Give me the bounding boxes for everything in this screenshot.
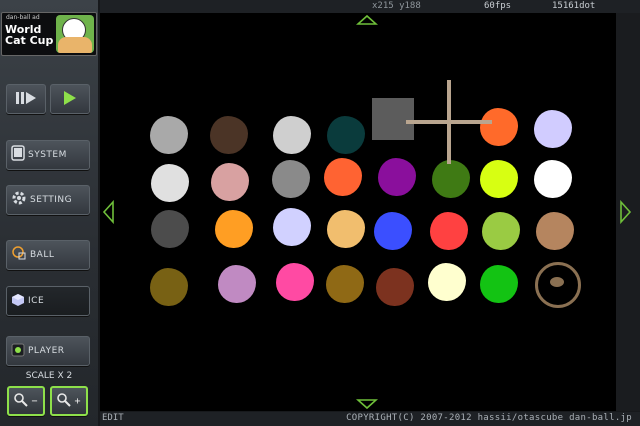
system-label: SYSTEM: [28, 150, 67, 160]
setting-button[interactable]: SETTING: [6, 185, 90, 215]
play-button[interactable]: [50, 84, 90, 114]
ball-button[interactable]: BALL: [6, 240, 90, 270]
ad-title-line2: Cat Cup: [5, 34, 54, 47]
scroll-left-arrow-icon[interactable]: [101, 200, 115, 224]
copyright-text: COPYRIGHT(C) 2007-2012 hassii/otascube d…: [346, 413, 632, 423]
magnifier-icon: [57, 392, 72, 411]
zoom-out-sign: −: [31, 395, 38, 407]
ad-title: World Cat Cup: [5, 24, 55, 46]
dot-counter: 15161dot: [552, 1, 596, 11]
ice-button[interactable]: ICE: [6, 286, 90, 316]
block-square[interactable]: [372, 98, 414, 140]
tablet-icon: [11, 145, 25, 165]
ball-icon: [11, 245, 27, 265]
ring-blob[interactable]: [535, 262, 581, 308]
ball-label: BALL: [30, 250, 55, 260]
scroll-right-arrow-icon[interactable]: [619, 200, 633, 224]
ring-core: [550, 277, 564, 287]
mode-label: EDIT: [102, 413, 124, 423]
setting-label: SETTING: [30, 195, 73, 205]
zoom-out-button[interactable]: −: [7, 386, 45, 416]
player-button[interactable]: PLAYER: [6, 336, 90, 366]
left-sidebar: dan-ball ad World Cat Cup SYSTEM SETTING…: [0, 0, 98, 426]
scale-label: SCALE X 2: [25, 371, 73, 381]
gear-icon: [11, 190, 27, 210]
magnifier-icon: [14, 392, 29, 411]
zoom-in-sign: +: [74, 395, 81, 407]
zoom-in-button[interactable]: +: [50, 386, 88, 416]
record-icon: [11, 342, 25, 361]
cat-image: [58, 37, 92, 53]
cube-icon: [11, 292, 25, 311]
step-button[interactable]: [6, 84, 46, 114]
fps-counter: 60fps: [484, 1, 512, 11]
cursor-crosshair-horizontal: [406, 120, 492, 124]
cursor-coordinates: x215 y188: [372, 1, 421, 11]
scroll-down-arrow-icon[interactable]: [356, 398, 378, 410]
ad-image: [56, 15, 94, 53]
ice-label: ICE: [28, 296, 45, 306]
system-button[interactable]: SYSTEM: [6, 140, 90, 170]
ad-banner[interactable]: dan-ball ad World Cat Cup: [1, 12, 97, 56]
step-play-icon: [15, 90, 37, 109]
scroll-up-arrow-icon[interactable]: [356, 14, 378, 26]
play-icon: [63, 90, 77, 109]
ad-label: dan-ball ad: [6, 14, 40, 21]
player-label: PLAYER: [28, 346, 65, 356]
